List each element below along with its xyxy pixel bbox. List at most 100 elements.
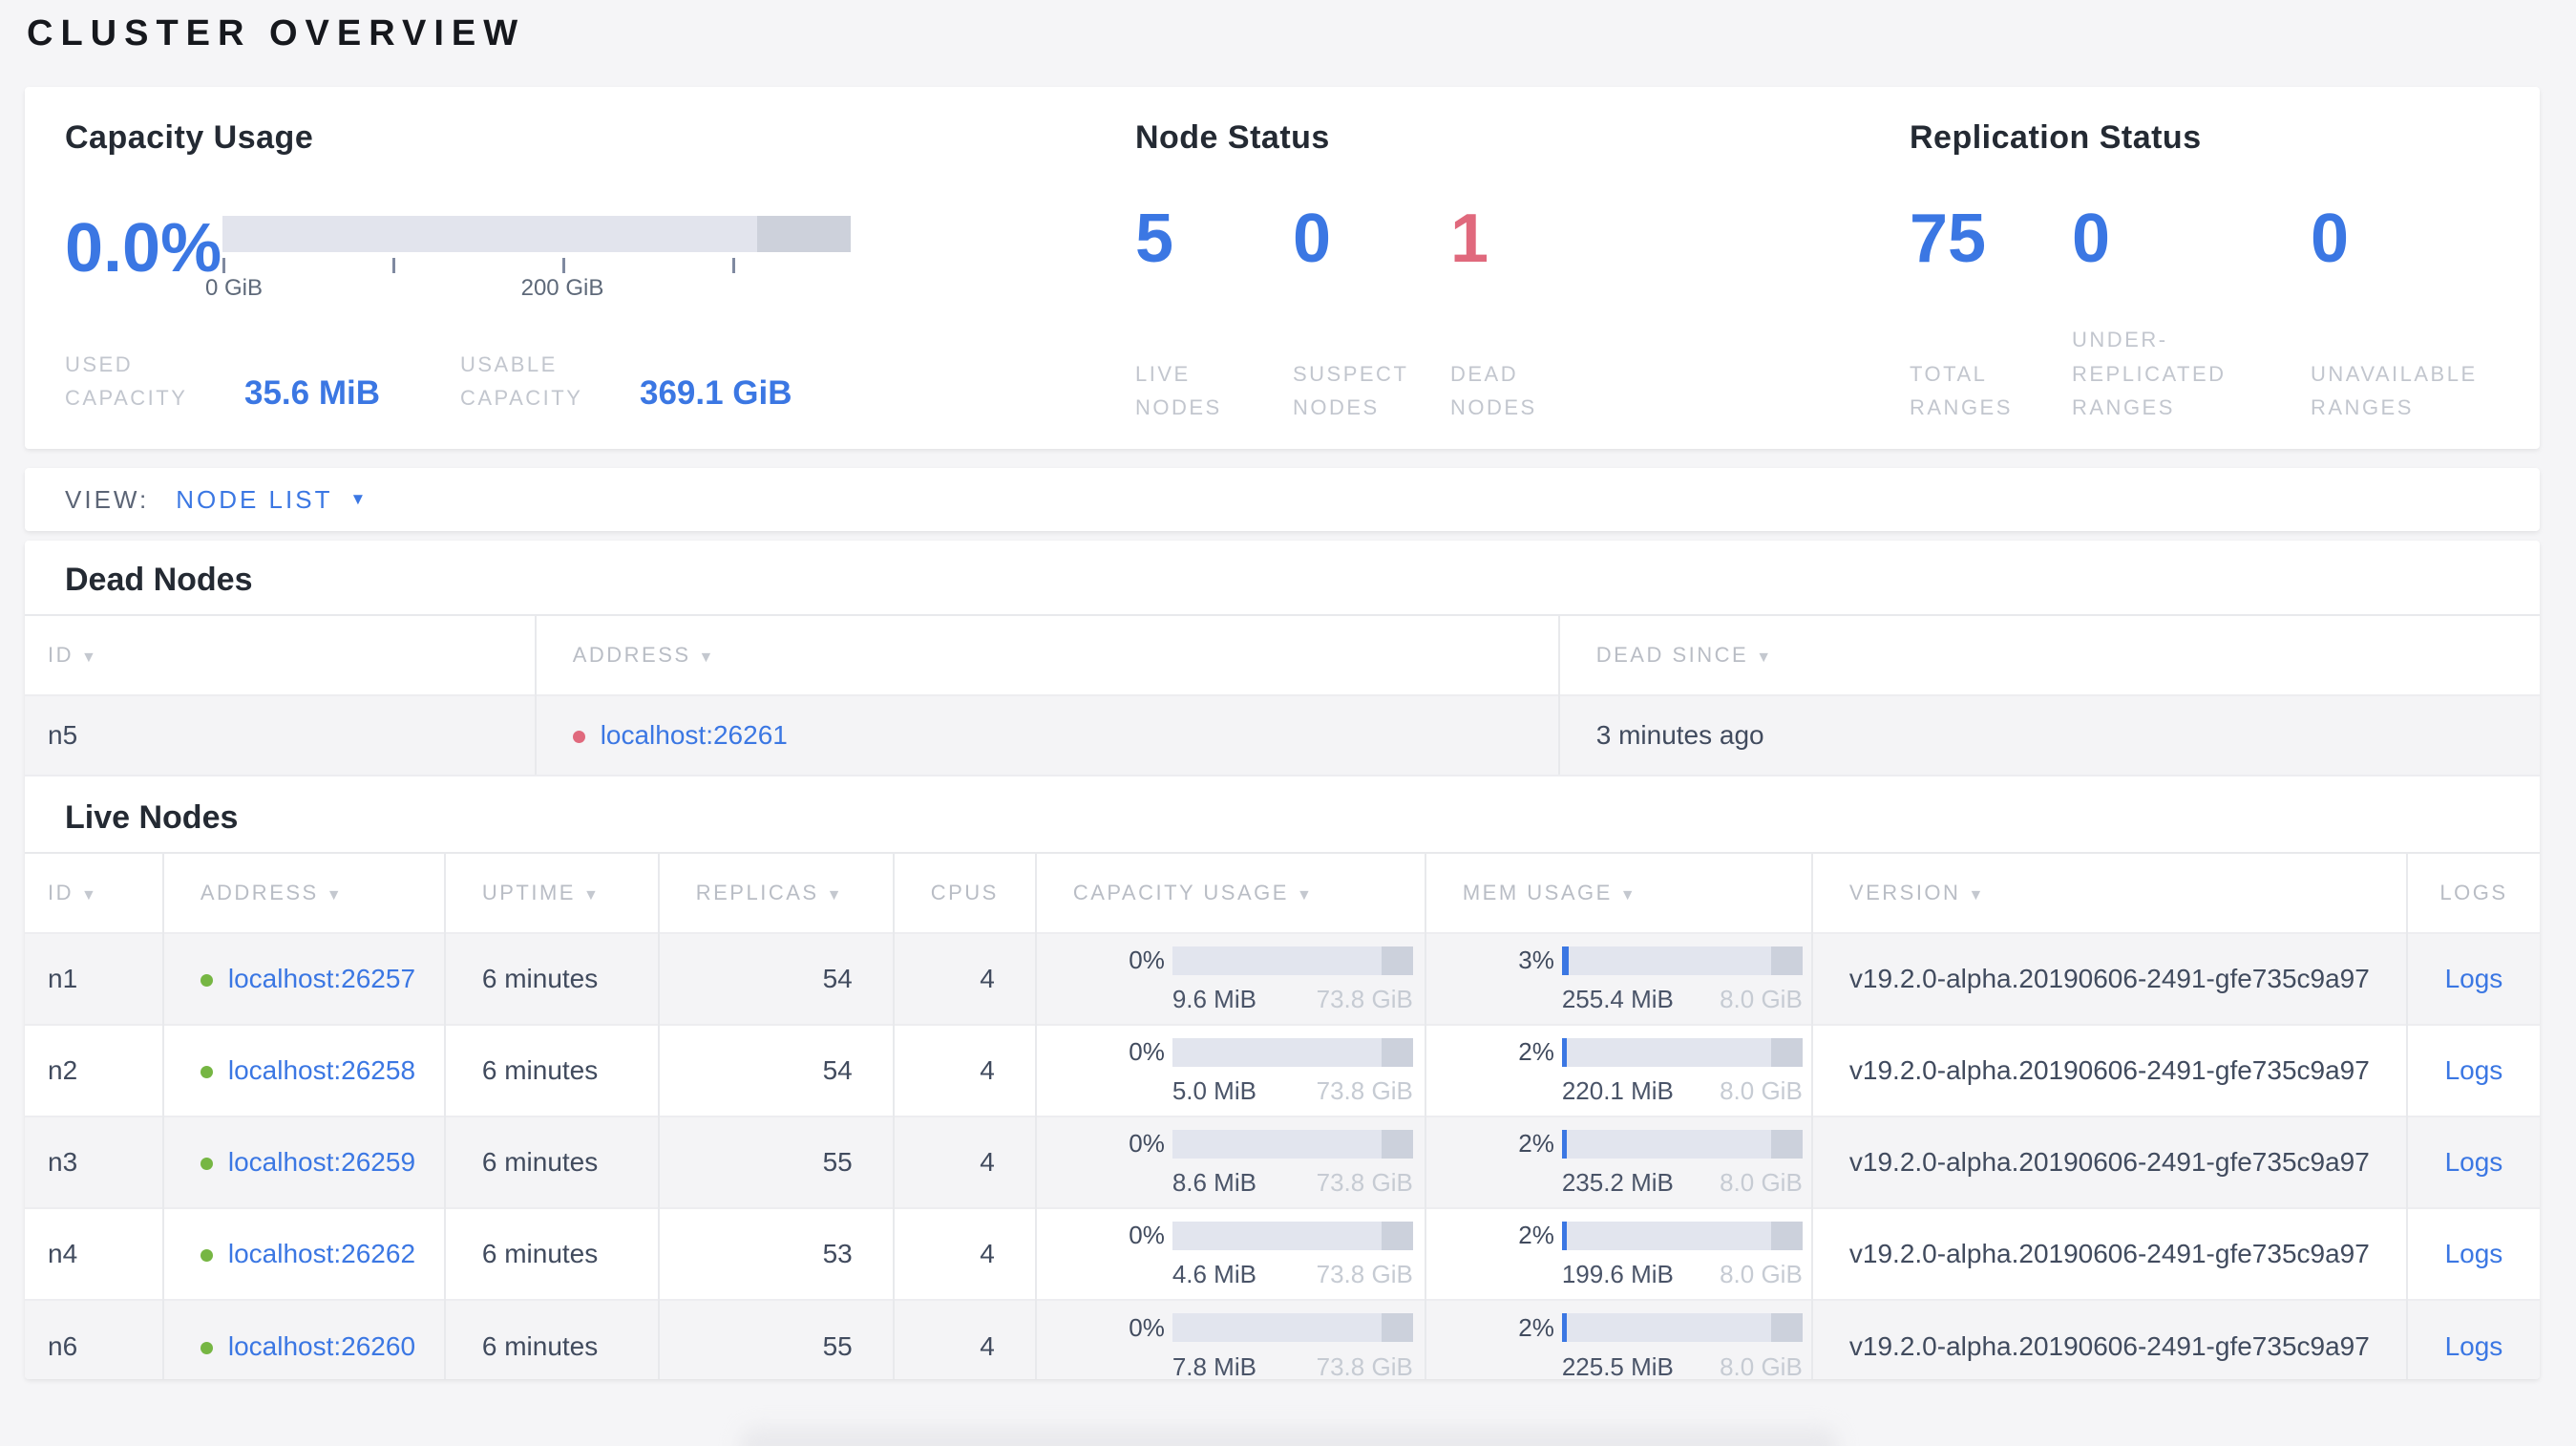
version-cell: v19.2.0-alpha.20190606-2491-gfe735c9a97 xyxy=(1810,1116,2407,1208)
mem-usage-fill xyxy=(1561,1129,1567,1159)
col-header-address[interactable]: ADDRESS ▼ xyxy=(534,615,1559,695)
capacity-stat-value: 369.1 GiB xyxy=(640,374,792,413)
mem-usage-endcap xyxy=(1771,1037,1803,1067)
mem-used-value: 225.5 MiB xyxy=(1561,1351,1674,1380)
capacity-used-value: 9.6 MiB xyxy=(1172,985,1256,1013)
node-id-cell: n4 xyxy=(25,1207,163,1300)
mem-used-value: 199.6 MiB xyxy=(1561,1260,1674,1288)
table-row: n3 localhost:26259 6 minutes 55 4 0% 8.6 MiB 73… xyxy=(25,1116,2540,1208)
node-status-panel: Node Status 5 LIVE NODES 0 SUSPECT NODES 1 DE… xyxy=(1110,119,1879,424)
stat-label: UNDER-REPLICATED RANGES xyxy=(2072,328,2227,419)
replication-status-title: Replication Status xyxy=(1910,119,2202,156)
logs-link[interactable]: Logs xyxy=(2445,1147,2503,1177)
capacity-usage-bar xyxy=(1172,1221,1413,1250)
mem-total-value: 8.0 GiB xyxy=(1720,985,1803,1013)
cpus-cell: 4 xyxy=(892,932,1036,1025)
capacity-usage-endcap xyxy=(1382,1221,1413,1250)
node-address-link[interactable]: localhost:26260 xyxy=(228,1331,415,1361)
below-fold-shadow xyxy=(740,1427,1838,1446)
node-address-link[interactable]: localhost:26259 xyxy=(228,1147,415,1177)
col-header-address[interactable]: ADDRESS ▼ xyxy=(161,853,445,933)
sort-arrow-icon: ▼ xyxy=(81,887,96,904)
mem-usage-bar xyxy=(1561,946,1803,975)
uptime-cell: 6 minutes xyxy=(443,1024,659,1116)
axis-tick-label: 200 GiB xyxy=(520,275,604,301)
capacity-usage-cell: 0% 8.6 MiB 73.8 GiB xyxy=(1034,1116,1425,1208)
logs-cell: Logs xyxy=(2405,1116,2540,1208)
node-address-link[interactable]: localhost:26258 xyxy=(228,1055,415,1085)
col-header-label: ID xyxy=(48,643,74,667)
node-address-link[interactable]: localhost:26261 xyxy=(601,720,788,750)
mem-usage-fill xyxy=(1561,1037,1567,1067)
replicas-cell: 55 xyxy=(657,1116,894,1208)
sort-arrow-icon: ▼ xyxy=(1619,887,1636,904)
stat-label: DEAD NODES xyxy=(1449,361,1537,419)
col-header-label: LOGS xyxy=(2439,881,2508,904)
mem-usage-percent: 3% xyxy=(1518,946,1554,974)
summary-card: Capacity Usage 0.0% 0 GiB 200 GiB USED C… xyxy=(25,87,2540,449)
col-header-replicas[interactable]: REPLICAS ▼ xyxy=(657,853,894,933)
logs-link[interactable]: Logs xyxy=(2445,1331,2503,1361)
col-header-id[interactable]: ID ▼ xyxy=(25,853,163,933)
logs-link[interactable]: Logs xyxy=(2445,1055,2503,1085)
capacity-total-value: 73.8 GiB xyxy=(1316,1351,1413,1380)
capacity-usage-cell: 0% 5.0 MiB 73.8 GiB xyxy=(1034,1024,1425,1116)
cluster-overview-page: CLUSTER OVERVIEW Capacity Usage 0.0% 0 G… xyxy=(0,0,2576,1446)
col-header-label: ID xyxy=(48,881,74,904)
sort-arrow-icon: ▼ xyxy=(698,649,714,666)
chevron-down-icon: ▼ xyxy=(349,490,367,508)
col-header-capacity-usage[interactable]: CAPACITY USAGE ▼ xyxy=(1034,853,1425,933)
node-status-title: Node Status xyxy=(1134,119,1330,156)
capacity-usage-bar xyxy=(1172,946,1413,975)
mem-total-value: 8.0 GiB xyxy=(1720,1076,1803,1105)
view-selected-value: NODE LIST xyxy=(176,484,333,514)
capacity-stat-value: 35.6 MiB xyxy=(244,374,380,413)
logs-link[interactable]: Logs xyxy=(2445,964,2503,993)
mem-used-value: 220.1 MiB xyxy=(1561,1076,1674,1105)
dead-since-cell: 3 minutes ago xyxy=(1557,694,2540,776)
capacity-bar xyxy=(222,216,851,252)
stat-suspect-nodes: 0 SUSPECT NODES xyxy=(1293,204,1450,424)
capacity-usage-cell: 0% 7.8 MiB 73.8 GiB xyxy=(1034,1299,1425,1380)
sort-arrow-icon: ▼ xyxy=(1968,887,1984,904)
capacity-stat: USED CAPACITY 35.6 MiB xyxy=(65,348,380,415)
view-selector-dropdown[interactable]: NODE LIST ▼ xyxy=(176,485,366,515)
col-header-id[interactable]: ID ▼ xyxy=(25,615,536,695)
stat-value: 0 xyxy=(2072,201,2111,277)
mem-usage-cell: 2% 225.5 MiB 8.0 GiB xyxy=(1424,1299,1812,1380)
sort-arrow-icon: ▼ xyxy=(1756,649,1772,666)
address-cell: localhost:26260 xyxy=(161,1299,445,1379)
cpus-cell: 4 xyxy=(892,1116,1036,1208)
col-header-dead-since[interactable]: DEAD SINCE ▼ xyxy=(1557,615,2540,695)
dead-nodes-heading: Dead Nodes xyxy=(65,562,253,598)
node-id-cell: n1 xyxy=(25,932,163,1025)
stat-value: 1 xyxy=(1449,201,1489,277)
col-header-version[interactable]: VERSION ▼ xyxy=(1810,853,2407,933)
mem-usage-bar xyxy=(1561,1221,1803,1250)
mem-usage-cell: 3% 255.4 MiB 8.0 GiB xyxy=(1424,932,1812,1025)
node-address-link[interactable]: localhost:26262 xyxy=(228,1239,415,1268)
mem-used-value: 255.4 MiB xyxy=(1561,985,1674,1013)
col-header-label: ADDRESS xyxy=(572,643,691,667)
dead-status-dot xyxy=(572,731,585,744)
table-row: n6 localhost:26260 6 minutes 55 4 0% 7.8 MiB 73… xyxy=(25,1299,2540,1380)
node-id-cell: n2 xyxy=(25,1024,163,1116)
capacity-total-value: 73.8 GiB xyxy=(1316,985,1413,1013)
version-cell: v19.2.0-alpha.20190606-2491-gfe735c9a97 xyxy=(1810,1024,2407,1116)
logs-link[interactable]: Logs xyxy=(2445,1239,2503,1268)
capacity-used-value: 8.6 MiB xyxy=(1172,1168,1256,1197)
node-address-link[interactable]: localhost:26257 xyxy=(228,964,415,993)
capacity-stat: USABLE CAPACITY 369.1 GiB xyxy=(460,348,792,415)
version-cell: v19.2.0-alpha.20190606-2491-gfe735c9a97 xyxy=(1810,1207,2407,1300)
logs-cell: Logs xyxy=(2405,1299,2540,1379)
col-header-label: REPLICAS xyxy=(695,881,819,904)
cpus-cell: 4 xyxy=(892,1299,1036,1379)
stat-value: 0 xyxy=(2311,201,2350,277)
col-header-uptime[interactable]: UPTIME ▼ xyxy=(443,853,659,933)
capacity-usage-endcap xyxy=(1382,946,1413,975)
capacity-total-value: 73.8 GiB xyxy=(1316,1260,1413,1288)
mem-usage-fill xyxy=(1561,1221,1567,1250)
mem-usage-percent: 2% xyxy=(1518,1037,1554,1066)
col-header-mem-usage[interactable]: MEM USAGE ▼ xyxy=(1424,853,1812,933)
live-status-dot xyxy=(200,1066,213,1079)
